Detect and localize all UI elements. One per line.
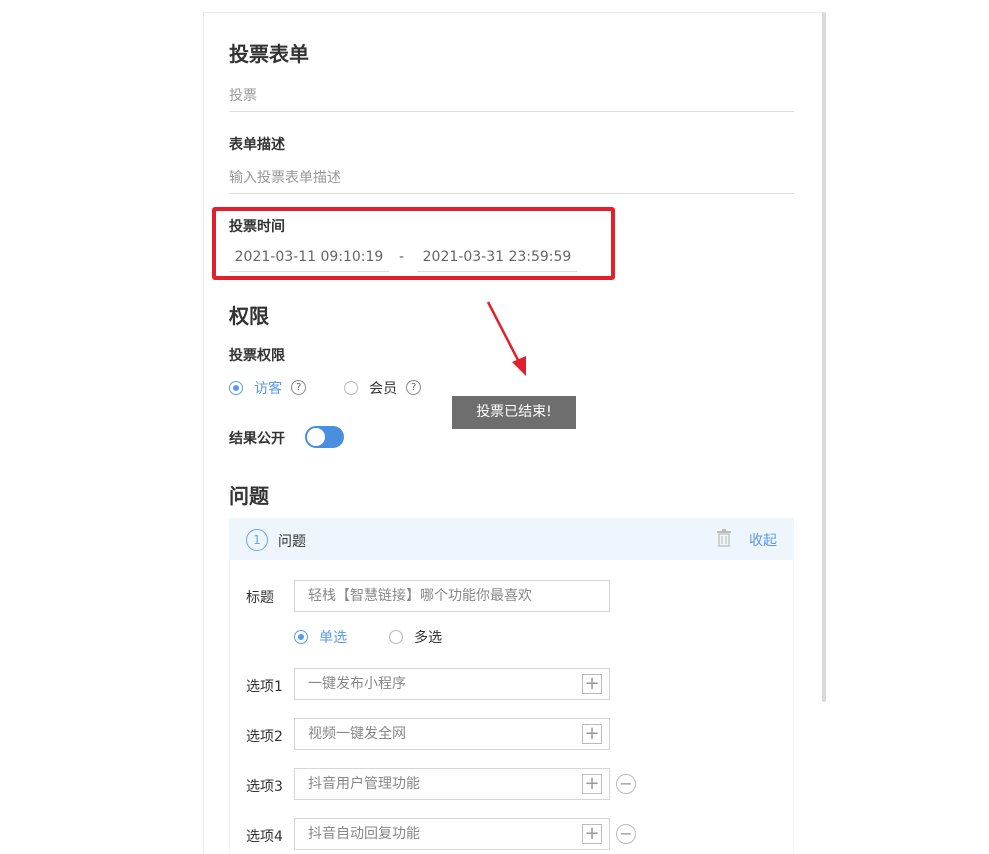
question-title-input[interactable]: 轻栈【智慧链接】哪个功能你最喜欢 xyxy=(294,580,610,612)
form-title: 投票表单 xyxy=(229,42,309,66)
result-public-toggle[interactable] xyxy=(305,426,344,448)
option-1-label: 选项1 xyxy=(246,679,283,695)
option-1-plus-icon[interactable]: + xyxy=(582,674,602,694)
question-header-label: 问题 xyxy=(278,534,306,550)
option-3-minus-icon[interactable]: − xyxy=(616,774,636,794)
option-4-label: 选项4 xyxy=(246,829,283,845)
desc-input[interactable]: 输入投票表单描述 xyxy=(229,167,794,194)
member-label: 会员 xyxy=(369,380,398,397)
option-3-plus-icon[interactable]: + xyxy=(582,774,602,794)
multiple-label: 多选 xyxy=(414,629,443,646)
questions-title: 问题 xyxy=(229,484,269,508)
permission-option-guest[interactable]: 访客 ? xyxy=(229,377,307,398)
option-1-input[interactable]: 一键发布小程序 xyxy=(294,668,610,700)
guest-radio[interactable] xyxy=(229,380,243,395)
scrollbar[interactable] xyxy=(822,12,826,702)
guest-help-icon[interactable]: ? xyxy=(291,380,307,395)
question-number: 1 xyxy=(246,529,268,551)
permissions-title: 权限 xyxy=(229,304,269,328)
member-radio[interactable] xyxy=(344,380,358,395)
option-2-input[interactable]: 视频一键发全网 xyxy=(294,718,610,750)
single-radio[interactable] xyxy=(294,629,308,644)
collapse-button[interactable]: 收起 xyxy=(749,530,777,550)
member-help-icon[interactable]: ? xyxy=(406,380,422,395)
option-3-label: 选项3 xyxy=(246,779,283,795)
title-label: 标题 xyxy=(246,590,274,606)
multiple-radio[interactable] xyxy=(389,629,403,644)
option-2-label: 选项2 xyxy=(246,729,283,745)
option-4-input[interactable]: 抖音自动回复功能 xyxy=(294,818,610,850)
guest-label: 访客 xyxy=(254,380,283,397)
option-3-input[interactable]: 抖音用户管理功能 xyxy=(294,768,610,800)
option-4-plus-icon[interactable]: + xyxy=(582,824,602,844)
vote-permission-label: 投票权限 xyxy=(229,348,285,364)
type-single[interactable]: 单选 xyxy=(294,626,347,647)
single-label: 单选 xyxy=(319,629,348,646)
type-multiple[interactable]: 多选 xyxy=(389,626,442,647)
vote-ended-toast: 投票已结束! xyxy=(452,396,576,429)
question-header xyxy=(229,518,794,560)
option-2-plus-icon[interactable]: + xyxy=(582,724,602,744)
desc-label: 表单描述 xyxy=(229,137,285,153)
page: 投票表单 投票 表单描述 输入投票表单描述 投票时间 2021-03-11 09… xyxy=(0,0,989,854)
result-public-label: 结果公开 xyxy=(229,431,285,447)
highlight-box xyxy=(212,207,615,280)
permission-option-member[interactable]: 会员 ? xyxy=(344,377,422,398)
trash-icon[interactable] xyxy=(716,529,732,547)
annotation-arrow-icon xyxy=(486,301,526,376)
option-4-minus-icon[interactable]: − xyxy=(616,824,636,844)
form-name-input[interactable]: 投票 xyxy=(229,85,794,112)
